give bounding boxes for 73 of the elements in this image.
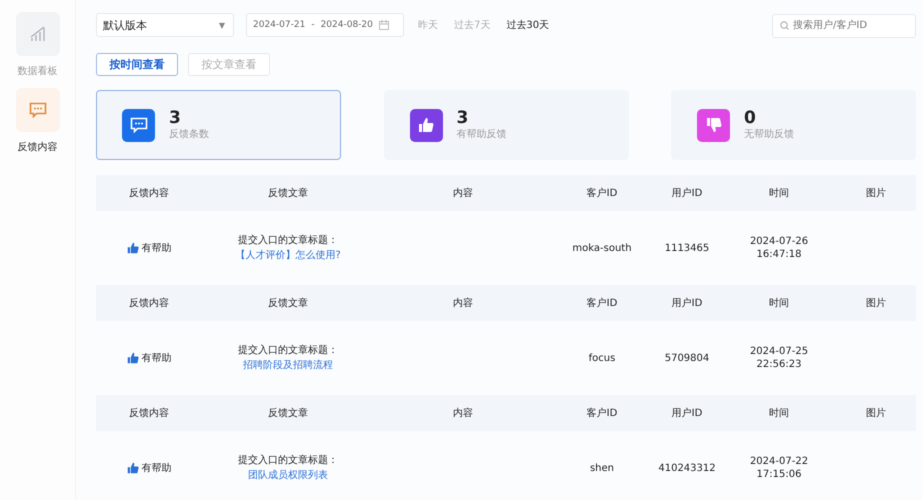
column-header: 反馈内容 bbox=[128, 186, 170, 200]
caret-icon: ▼ bbox=[218, 20, 225, 30]
sidebar-tile[interactable] bbox=[16, 12, 60, 56]
column-header: 时间 bbox=[768, 296, 790, 310]
sidebar-label[interactable]: 反馈内容 bbox=[18, 140, 58, 154]
chat-icon bbox=[28, 102, 46, 118]
article-cell: 提交入口的文章标题： 【人才评价】怎么使用? bbox=[202, 233, 374, 263]
article-link[interactable]: 招聘阶段及招聘流程 bbox=[206, 358, 370, 373]
column-header: 时间 bbox=[768, 186, 790, 200]
feedback-label: 有帮助 bbox=[142, 352, 172, 365]
date-cell-text: 2024-07-26 bbox=[748, 235, 810, 248]
user-id-cell-text: 410243312 bbox=[657, 462, 717, 474]
column-header: 客户ID bbox=[586, 186, 618, 200]
date-cell-text: 2024-07-22 bbox=[748, 455, 810, 468]
column-header: 反馈文章 bbox=[267, 296, 309, 310]
chart-icon bbox=[28, 25, 46, 43]
column-header: 用户ID bbox=[670, 186, 704, 200]
article-link[interactable]: 【人才评价】怎么使用? bbox=[206, 248, 370, 263]
stat-label: 反馈条数 bbox=[169, 128, 209, 142]
column-header: 图片 bbox=[865, 186, 887, 200]
stat-value: 0 bbox=[744, 108, 757, 128]
chat-icon bbox=[130, 117, 148, 133]
column-header: 时间 bbox=[768, 406, 790, 420]
article-cell: 提交入口的文章标题： 招聘阶段及招聘流程 bbox=[202, 343, 374, 373]
time-cell-text: 16:47:18 bbox=[756, 248, 802, 261]
column-header: 客户ID bbox=[586, 296, 618, 310]
version-select[interactable]: 默认版本 ▼ bbox=[96, 13, 234, 37]
article-cell: 提交入口的文章标题： 团队成员权限列表 bbox=[202, 453, 374, 483]
user-id-cell-text: 5709804 bbox=[664, 352, 710, 364]
date-cell-text: 2024-07-25 bbox=[748, 345, 810, 358]
column-header: 图片 bbox=[865, 406, 887, 420]
stat-card[interactable]: 3 反馈条数 bbox=[96, 90, 341, 160]
stat-value: 3 bbox=[169, 108, 182, 128]
thumbs-up-icon bbox=[126, 352, 138, 364]
date-range-option[interactable]: 过去30天 bbox=[504, 18, 552, 32]
stat-card[interactable]: 0 无帮助反馈 bbox=[671, 90, 916, 160]
column-header: 客户ID bbox=[586, 406, 618, 420]
date-separator: - bbox=[311, 20, 315, 30]
stat-card[interactable]: 3 有帮助反馈 bbox=[384, 90, 628, 160]
column-header: 用户ID bbox=[670, 406, 704, 420]
stat-value: 3 bbox=[456, 108, 470, 128]
view-tab[interactable]: 按时间查看 bbox=[96, 53, 178, 76]
thumbs-up-icon bbox=[418, 117, 434, 133]
user-id-cell-text: 1113465 bbox=[664, 242, 710, 254]
search-field[interactable]: 搜索用户/客户ID bbox=[772, 14, 916, 38]
customer-id-cell-text: shen bbox=[588, 462, 616, 474]
column-header: 反馈文章 bbox=[267, 186, 309, 200]
sidebar-tile[interactable] bbox=[16, 88, 60, 132]
time-cell-text: 17:15:06 bbox=[756, 468, 802, 481]
stat-label: 无帮助反馈 bbox=[744, 128, 794, 142]
date-end: 2024-08-20 bbox=[320, 20, 373, 30]
column-header: 图片 bbox=[865, 296, 887, 310]
time-cell-text: 22:56:23 bbox=[756, 358, 802, 371]
date-range-field[interactable]: 2024-07-21 - 2024-08-20 bbox=[246, 13, 404, 37]
customer-id-cell-text: focus bbox=[588, 352, 616, 364]
article-link[interactable]: 团队成员权限列表 bbox=[206, 468, 370, 483]
column-header: 内容 bbox=[452, 186, 474, 200]
feedback-label: 有帮助 bbox=[142, 462, 172, 475]
date-start: 2024-07-21 bbox=[253, 20, 306, 30]
column-header: 内容 bbox=[452, 406, 474, 420]
calendar-icon bbox=[378, 20, 389, 30]
customer-id-cell-text: moka-south bbox=[571, 242, 633, 254]
column-header: 反馈内容 bbox=[128, 296, 170, 310]
thumbs-up-icon bbox=[126, 462, 138, 474]
column-header: 内容 bbox=[452, 296, 474, 310]
column-header: 用户ID bbox=[670, 296, 704, 310]
feedback-label: 有帮助 bbox=[142, 242, 172, 255]
thumbs-down-icon bbox=[706, 117, 722, 133]
search-icon bbox=[780, 21, 789, 30]
column-header: 反馈内容 bbox=[128, 406, 170, 420]
column-header: 反馈文章 bbox=[267, 406, 309, 420]
thumbs-up-icon bbox=[126, 242, 138, 254]
stat-label: 有帮助反馈 bbox=[456, 128, 506, 142]
